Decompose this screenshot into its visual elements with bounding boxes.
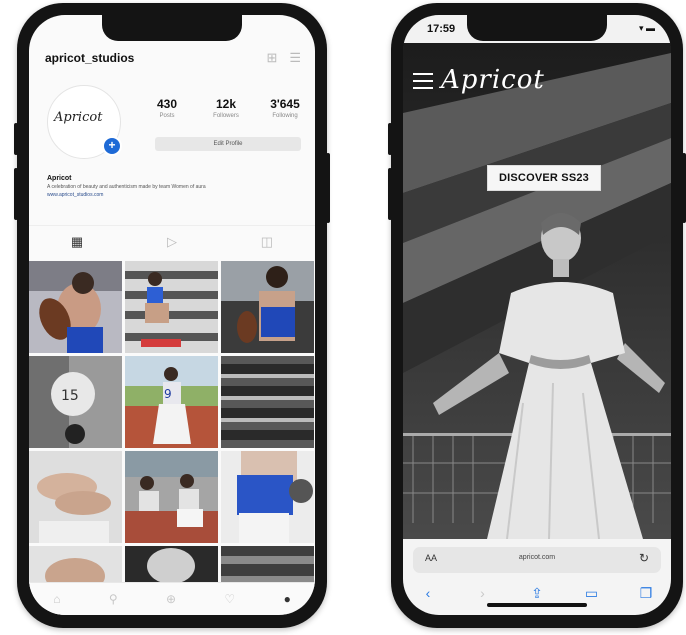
grid-photo[interactable]: 9 bbox=[125, 356, 218, 448]
edit-profile-button[interactable]: Edit Profile bbox=[155, 137, 301, 151]
status-time: 17:59 bbox=[427, 23, 456, 35]
address-bar[interactable]: AA apricot.com ↻ bbox=[413, 547, 661, 573]
home-icon[interactable]: ⌂ bbox=[53, 592, 60, 606]
grid-photo[interactable] bbox=[125, 451, 218, 543]
grid-photo[interactable] bbox=[221, 356, 314, 448]
bottom-nav: ⌂ ⚲ ⊕ ♡ ● bbox=[29, 582, 315, 615]
instagram-screen: apricot_studios ⊞ ☰ Apricot + 430 Posts … bbox=[29, 15, 315, 615]
notch bbox=[467, 15, 607, 41]
back-icon[interactable]: ‹ bbox=[413, 585, 443, 602]
avatar[interactable]: Apricot + bbox=[47, 85, 122, 159]
photo-grid: 15 9 bbox=[29, 261, 315, 615]
menu-icon[interactable] bbox=[413, 73, 433, 89]
brand-logo[interactable]: Apricot bbox=[441, 65, 545, 95]
share-icon[interactable]: ⇪ bbox=[522, 585, 552, 602]
grid-photo[interactable]: 15 bbox=[29, 356, 122, 448]
profile-bio: Apricot A celebration of beauty and auth… bbox=[47, 175, 247, 198]
search-icon[interactable]: ⚲ bbox=[109, 592, 118, 606]
bio-text: A celebration of beauty and authenticism… bbox=[47, 184, 206, 190]
bio-link[interactable]: www.apricot_studios.com bbox=[47, 192, 247, 198]
grid-icon[interactable]: ▦ bbox=[71, 234, 83, 250]
website-screen: 17:59 ▾ ▬ Apricot DISCOVER SS23 AA apric… bbox=[403, 15, 671, 615]
safari-toolbar: AA apricot.com ↻ ‹ › ⇪ ▭ ❐ bbox=[403, 539, 671, 615]
svg-text:15: 15 bbox=[61, 388, 79, 404]
stat-following[interactable]: 3'645 Following bbox=[259, 97, 311, 119]
add-story-icon[interactable]: + bbox=[102, 136, 122, 156]
add-icon[interactable]: ⊕ bbox=[166, 592, 176, 606]
reload-icon[interactable]: ↻ bbox=[639, 551, 649, 565]
avatar-logo: Apricot bbox=[54, 110, 103, 125]
url-text[interactable]: apricot.com bbox=[413, 554, 661, 561]
hero-photo bbox=[403, 43, 671, 539]
tabs-icon[interactable]: ❐ bbox=[631, 585, 661, 602]
bio-name: Apricot bbox=[47, 175, 72, 182]
bookmarks-icon[interactable]: ▭ bbox=[577, 585, 607, 602]
grid-photo[interactable] bbox=[29, 261, 122, 353]
phone-instagram: apricot_studios ⊞ ☰ Apricot + 430 Posts … bbox=[14, 3, 330, 628]
profile-stats: 430 Posts 12k Followers 3'645 Following bbox=[141, 97, 311, 119]
menu-icon[interactable]: ☰ bbox=[289, 50, 301, 66]
grid-photo[interactable] bbox=[125, 261, 218, 353]
phone-website: 17:59 ▾ ▬ Apricot DISCOVER SS23 AA apric… bbox=[388, 3, 686, 628]
svg-text:9: 9 bbox=[164, 387, 172, 401]
grid-photo[interactable] bbox=[29, 451, 122, 543]
tagged-icon[interactable]: ◫ bbox=[261, 234, 273, 250]
hero-image bbox=[403, 43, 671, 539]
heart-icon[interactable]: ♡ bbox=[224, 592, 235, 606]
notch bbox=[102, 15, 242, 41]
instagram-header: apricot_studios ⊞ ☰ bbox=[29, 45, 315, 73]
reels-icon[interactable]: ▷ bbox=[167, 234, 177, 250]
profile-username: apricot_studios bbox=[45, 51, 135, 65]
grid-photo[interactable] bbox=[221, 261, 314, 353]
profile-tabs: ▦ ▷ ◫ bbox=[29, 225, 315, 258]
signal-battery-icon: ▾ ▬ bbox=[638, 23, 655, 33]
discover-banner[interactable]: DISCOVER SS23 bbox=[487, 165, 601, 191]
safari-nav: ‹ › ⇪ ▭ ❐ bbox=[413, 585, 661, 602]
home-indicator bbox=[487, 603, 587, 607]
grid-photo[interactable] bbox=[221, 451, 314, 543]
plus-square-icon[interactable]: ⊞ bbox=[266, 50, 277, 66]
profile-icon[interactable]: ● bbox=[284, 592, 291, 606]
stat-posts[interactable]: 430 Posts bbox=[141, 97, 193, 119]
stat-followers[interactable]: 12k Followers bbox=[200, 97, 252, 119]
forward-icon[interactable]: › bbox=[468, 585, 498, 602]
